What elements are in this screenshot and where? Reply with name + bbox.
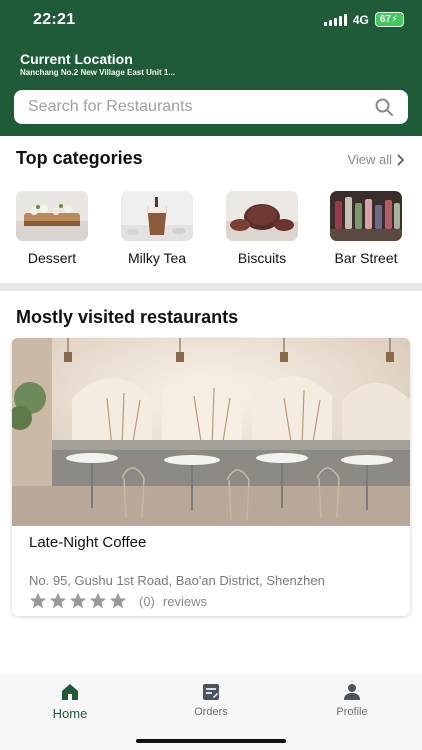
current-location-title[interactable]: Current Location [20,51,133,67]
nav-orders-label: Orders [194,706,228,718]
restaurant-image [12,338,410,526]
nav-profile-label: Profile [336,706,368,718]
chevron-right-icon [397,153,404,166]
restaurant-card[interactable]: Late-Night Coffee No. 95, Gushu 1st Road… [12,338,410,616]
current-location-address[interactable]: Nanchang No.2 New Village East Unit 1... [20,68,175,77]
network-type: 4G [352,12,369,27]
star-icon [69,592,87,609]
category-dessert[interactable]: Dessert [4,190,100,266]
status-bar: 22:21 4G 67⚡ [0,0,422,40]
orders-icon [203,684,219,700]
category-milky-tea[interactable]: Milky Tea [109,190,205,266]
home-icon [62,684,78,700]
nav-home-label: Home [52,706,88,721]
search-bar[interactable] [14,90,408,124]
category-label: Milky Tea [127,250,187,266]
nav-home[interactable]: Home [20,682,120,721]
status-time: 22:21 [33,11,76,28]
restaurant-name: Late-Night Coffee [29,534,147,551]
star-icon [89,592,107,609]
category-label: Bar Street [334,250,398,266]
profile-icon [344,684,360,700]
categories-row: Dessert Milky Tea Biscuits Bar Street [0,190,422,270]
restaurant-address: No. 95, Gushu 1st Road, Bao'an District,… [29,573,325,588]
battery-icon: 67⚡ [374,12,404,27]
restaurants-title: Mostly visited restaurants [16,307,239,327]
milky-tea-image [121,191,193,241]
battery-level: 67 [379,14,391,25]
nav-profile[interactable]: Profile [302,682,402,718]
search-input[interactable] [28,98,374,116]
section-divider [0,283,422,291]
star-icon [109,592,127,609]
search-icon[interactable] [374,97,394,117]
categories-title: Top categories [16,148,143,168]
nav-orders[interactable]: Orders [161,682,261,718]
category-biscuits[interactable]: Biscuits [214,190,310,266]
reviews-label: reviews [162,593,207,609]
header: 22:21 4G 67⚡ Current Location Nanchang N… [0,0,422,136]
restaurant-rating: (0) reviews [29,592,207,610]
home-indicator [136,739,286,743]
view-all-link[interactable]: View all [347,152,404,167]
category-label: Dessert [27,250,77,266]
star-icon [29,592,47,609]
signal-icon [323,13,347,26]
status-indicators: 4G 67⚡ [323,12,404,27]
category-label: Biscuits [237,250,287,266]
view-all-label: View all [347,152,392,167]
bar-street-image [330,191,402,241]
rating-count: (0) [139,593,155,609]
biscuits-image [226,191,298,241]
dessert-image [16,191,88,241]
category-bar-street[interactable]: Bar Street [318,190,414,266]
star-icon [49,592,67,609]
